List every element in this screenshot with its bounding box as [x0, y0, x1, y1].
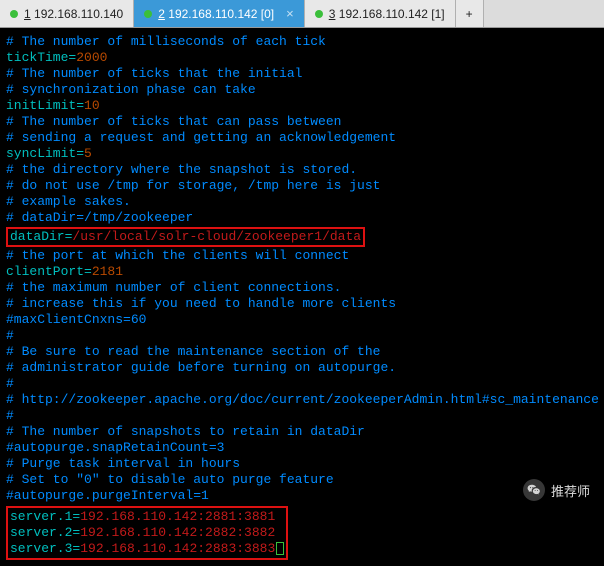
watermark: 推荐师: [523, 479, 590, 501]
config-value: 5: [84, 146, 92, 161]
config-value: 2000: [76, 50, 107, 65]
status-dot-icon: [315, 10, 323, 18]
terminal-content[interactable]: # The number of milliseconds of each tic…: [0, 28, 604, 566]
watermark-label: 推荐师: [551, 481, 590, 500]
highlight-servers: server.1=192.168.110.142:2881:3881 serve…: [6, 506, 288, 560]
close-icon[interactable]: ×: [286, 7, 294, 20]
config-value: 10: [84, 98, 100, 113]
comment: # sending a request and getting an ackno…: [6, 130, 396, 145]
tab-index: 2: [158, 7, 165, 21]
tab-label: 192.168.110.140: [34, 7, 123, 21]
status-dot-icon: [10, 10, 18, 18]
comment: #autopurge.snapRetainCount=3: [6, 440, 224, 455]
config-value: 2181: [92, 264, 123, 279]
comment: # Set to "0" to disable auto purge featu…: [6, 472, 334, 487]
config-key: tickTime: [6, 50, 68, 65]
config-value: 192.168.110.142:2883:3883: [80, 541, 275, 556]
comment: # The number of milliseconds of each tic…: [6, 34, 326, 49]
config-value: 192.168.110.142:2882:3882: [80, 525, 275, 540]
comment: # the port at which the clients will con…: [6, 248, 349, 263]
comment: #autopurge.purgeInterval=1: [6, 488, 209, 503]
comment: # Purge task interval in hours: [6, 456, 240, 471]
tab-2[interactable]: 2 192.168.110.142 [0] ×: [134, 0, 305, 27]
config-key: syncLimit: [6, 146, 76, 161]
cursor-icon: [276, 542, 284, 555]
tab-index: 1: [24, 7, 31, 21]
tab-index: 3: [329, 7, 336, 21]
status-dot-icon: [144, 10, 152, 18]
tab-3[interactable]: 3 192.168.110.142 [1]: [305, 0, 456, 27]
comment: # The number of ticks that the initial: [6, 66, 302, 81]
config-key: clientPort: [6, 264, 84, 279]
tab-bar: 1 192.168.110.140 2 192.168.110.142 [0] …: [0, 0, 604, 28]
comment: #: [6, 376, 14, 391]
config-value: 192.168.110.142:2881:3881: [80, 509, 275, 524]
comment: #maxClientCnxns=60: [6, 312, 146, 327]
tab-label: 192.168.110.142 [1]: [339, 7, 445, 21]
config-key: server.3: [10, 541, 72, 556]
comment: # the maximum number of client connectio…: [6, 280, 341, 295]
plus-icon: +: [466, 7, 473, 21]
comment: # the directory where the snapshot is st…: [6, 162, 357, 177]
config-key: server.1: [10, 509, 72, 524]
comment: # dataDir=/tmp/zookeeper: [6, 210, 193, 225]
add-tab-button[interactable]: +: [456, 0, 484, 27]
comment: #: [6, 328, 14, 343]
comment: # example sakes.: [6, 194, 131, 209]
tab-1[interactable]: 1 192.168.110.140: [0, 0, 134, 27]
comment: # increase this if you need to handle mo…: [6, 296, 396, 311]
comment: # administrator guide before turning on …: [6, 360, 396, 375]
tab-label: 192.168.110.142 [0]: [168, 7, 274, 21]
config-key: initLimit: [6, 98, 76, 113]
comment: # do not use /tmp for storage, /tmp here…: [6, 178, 380, 193]
comment: # http://zookeeper.apache.org/doc/curren…: [6, 392, 599, 407]
comment: # The number of snapshots to retain in d…: [6, 424, 365, 439]
comment: # Be sure to read the maintenance sectio…: [6, 344, 380, 359]
comment: # The number of ticks that can pass betw…: [6, 114, 341, 129]
config-key: dataDir: [10, 229, 65, 244]
config-key: server.2: [10, 525, 72, 540]
config-value: /usr/local/solr-cloud/zookeeper1/data: [72, 229, 361, 244]
wechat-icon: [523, 479, 545, 501]
comment: #: [6, 408, 14, 423]
comment: # synchronization phase can take: [6, 82, 256, 97]
highlight-datadir: dataDir=/usr/local/solr-cloud/zookeeper1…: [6, 227, 365, 247]
